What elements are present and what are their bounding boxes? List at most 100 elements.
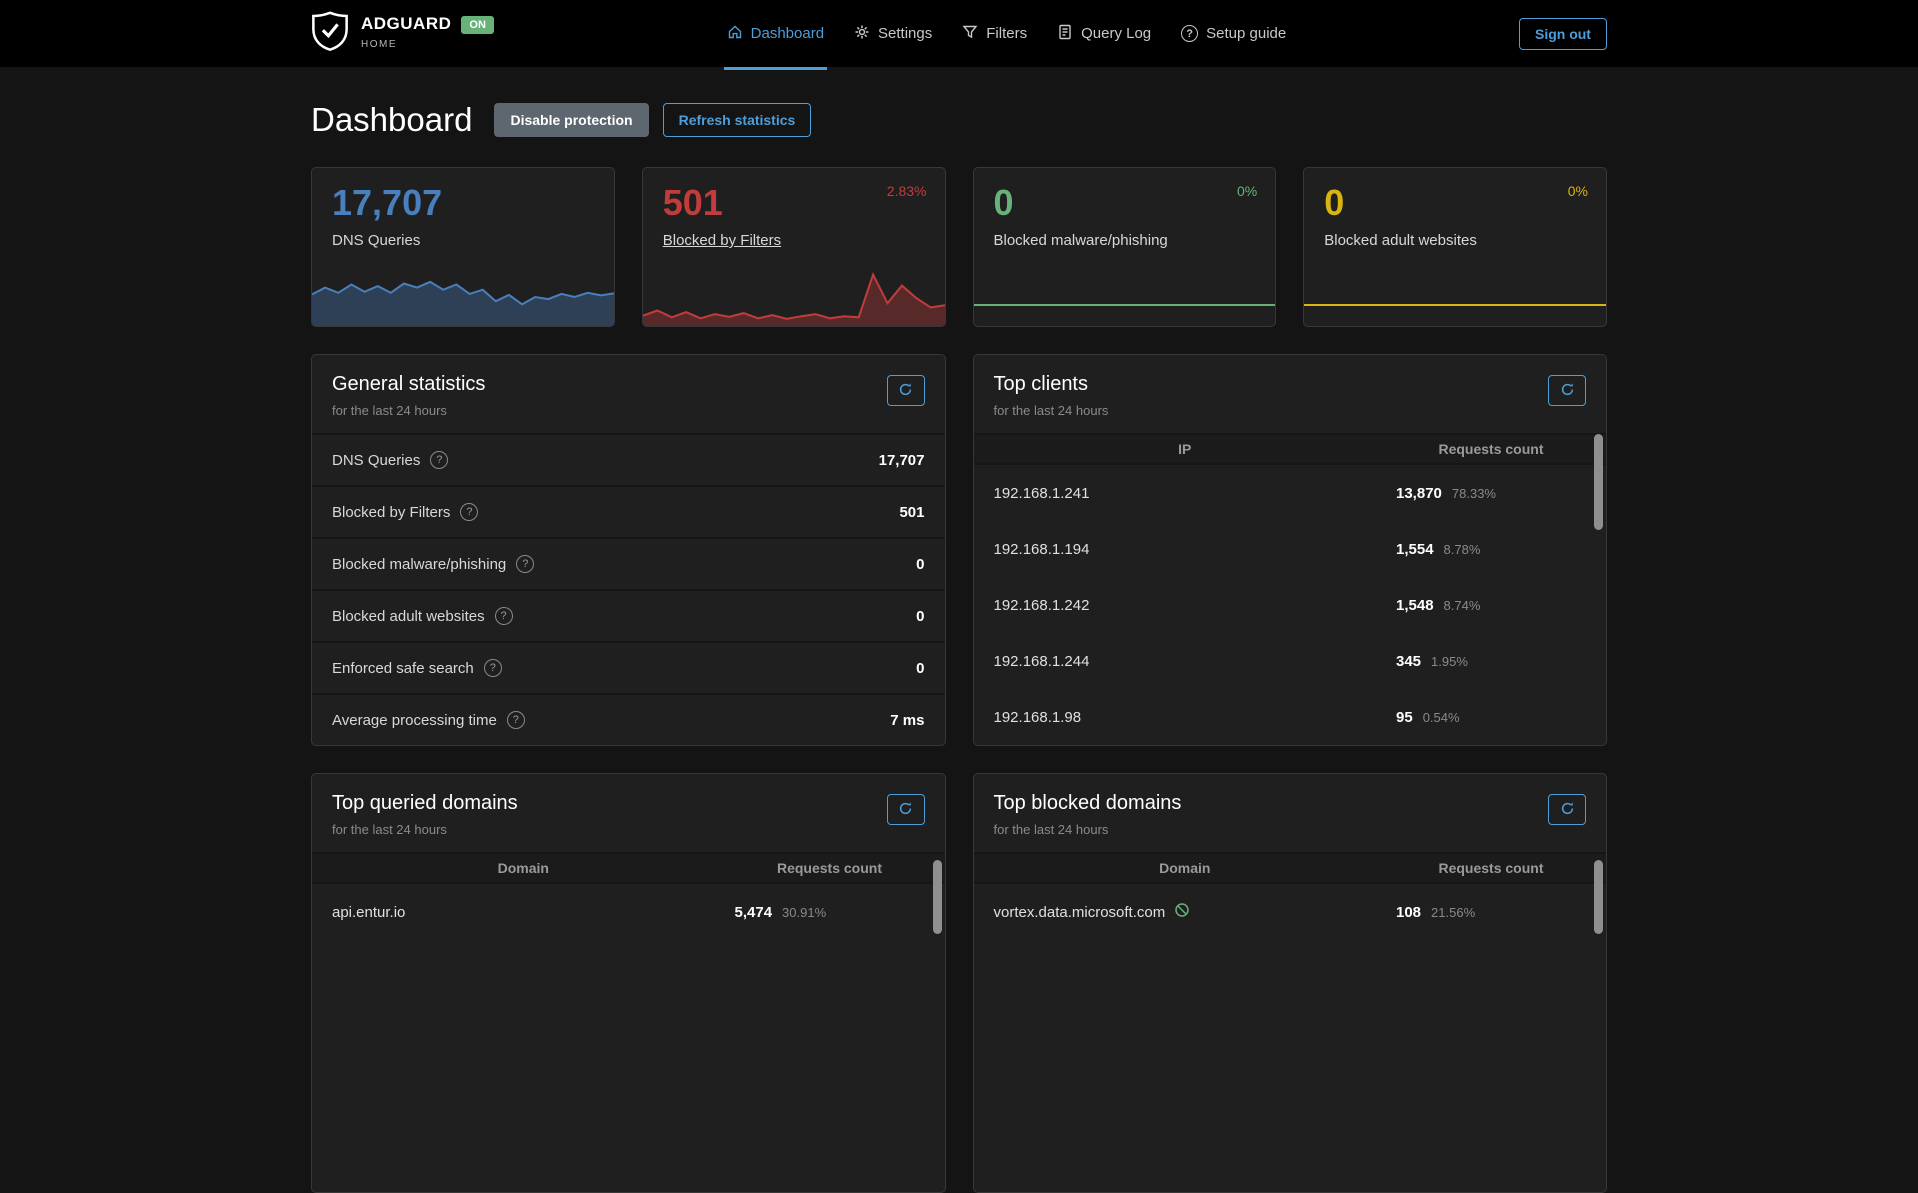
- protection-on-badge: ON: [461, 16, 494, 34]
- client-ip: 192.168.1.194: [994, 541, 1397, 558]
- column-header-requests-count: Requests count: [1396, 441, 1586, 457]
- help-icon[interactable]: ?: [430, 451, 448, 469]
- nav-item-settings[interactable]: Settings: [839, 0, 947, 67]
- client-row: 192.168.1.98 950.54%: [974, 689, 1607, 745]
- client-ip: 192.168.1.244: [994, 653, 1397, 670]
- client-ip: 192.168.1.242: [994, 597, 1397, 614]
- nav-label: Query Log: [1081, 25, 1151, 42]
- request-percent: 8.74%: [1444, 598, 1481, 613]
- dns-queries-sparkline-chart: [312, 268, 614, 326]
- stat-row-value: 0: [916, 660, 924, 677]
- stat-row-value: 501: [899, 504, 924, 521]
- nav-item-dashboard[interactable]: Dashboard: [712, 0, 839, 67]
- funnel-icon: [962, 24, 978, 44]
- nav-label: Dashboard: [751, 25, 824, 42]
- help-circle-icon: ?: [1181, 25, 1198, 42]
- client-row: 192.168.1.241 13,87078.33%: [974, 465, 1607, 521]
- help-icon[interactable]: ?: [507, 711, 525, 729]
- help-icon[interactable]: ?: [484, 659, 502, 677]
- general-stat-row: Enforced safe search? 0: [312, 641, 945, 693]
- request-percent: 21.56%: [1431, 905, 1475, 920]
- domain-name: vortex.data.microsoft.com: [994, 904, 1166, 921]
- column-header-requests-count: Requests count: [735, 860, 925, 876]
- help-icon[interactable]: ?: [495, 607, 513, 625]
- stat-card-blocked-malware: 0 0% Blocked malware/phishing: [973, 167, 1277, 327]
- panel-subtitle: for the last 24 hours: [994, 822, 1587, 837]
- general-stat-row: Blocked malware/phishing? 0: [312, 537, 945, 589]
- adguard-shield-logo-icon: [311, 10, 349, 57]
- panel-subtitle: for the last 24 hours: [332, 822, 925, 837]
- disable-protection-button[interactable]: Disable protection: [494, 103, 648, 137]
- panel-title: Top queried domains: [332, 792, 925, 815]
- adguard-brand: ADGUARD ON HOME: [311, 10, 494, 57]
- blocked-malware-value: 0: [994, 182, 1276, 224]
- blocked-adult-value: 0: [1324, 182, 1606, 224]
- document-icon: [1057, 24, 1073, 44]
- table-header-row: IP Requests count: [974, 433, 1607, 465]
- gear-icon: [854, 24, 870, 44]
- scrollbar-thumb[interactable]: [1594, 434, 1603, 530]
- stat-row-value: 7 ms: [890, 712, 924, 729]
- client-row: 192.168.1.244 3451.95%: [974, 633, 1607, 689]
- help-icon[interactable]: ?: [460, 503, 478, 521]
- client-row: 192.168.1.242 1,548 8.74%: [974, 577, 1607, 633]
- top-queried-domains-panel: Top queried domains for the last 24 hour…: [311, 773, 946, 1193]
- refresh-top-queried-button[interactable]: [887, 794, 925, 825]
- refresh-top-blocked-button[interactable]: [1548, 794, 1586, 825]
- panel-title: Top blocked domains: [994, 792, 1587, 815]
- scrollbar-thumb[interactable]: [1594, 860, 1603, 934]
- refresh-top-clients-button[interactable]: [1548, 375, 1586, 406]
- page-title: Dashboard: [311, 101, 472, 139]
- refresh-general-stats-button[interactable]: [887, 375, 925, 406]
- stat-cards-row: 17,707 DNS Queries 501 2.83% Blocked by …: [311, 167, 1607, 327]
- dns-queries-value: 17,707: [332, 182, 614, 224]
- domain-row: vortex.data.microsoft.com 108 21.56%: [974, 884, 1607, 940]
- refresh-icon: [1560, 382, 1575, 400]
- general-stat-row: Blocked adult websites? 0: [312, 589, 945, 641]
- stat-row-value: 17,707: [879, 452, 925, 469]
- nav-item-filters[interactable]: Filters: [947, 0, 1042, 67]
- column-header-ip: IP: [974, 441, 1397, 457]
- panel-subtitle: for the last 24 hours: [332, 403, 925, 418]
- nav-label: Setup guide: [1206, 25, 1286, 42]
- dns-queries-label: DNS Queries: [332, 232, 614, 249]
- stat-row-label: Blocked by Filters?: [332, 503, 478, 521]
- request-count: 1,548: [1396, 597, 1434, 614]
- blocked-filters-link[interactable]: Blocked by Filters: [663, 232, 945, 249]
- general-stat-row: Average processing time? 7 ms: [312, 693, 945, 745]
- stat-card-dns-queries: 17,707 DNS Queries: [311, 167, 615, 327]
- blocked-malware-percent: 0%: [1237, 183, 1257, 199]
- stat-row-label: Blocked malware/phishing?: [332, 555, 534, 573]
- client-row: 192.168.1.194 1,5548.78%: [974, 521, 1607, 577]
- brand-name: ADGUARD: [361, 15, 451, 34]
- active-tab-underline: [724, 67, 827, 70]
- refresh-statistics-button[interactable]: Refresh statistics: [663, 103, 812, 137]
- domain-name: api.entur.io: [332, 904, 735, 921]
- page-header: Dashboard Disable protection Refresh sta…: [311, 101, 1607, 139]
- blocked-adult-sparkline-chart: [1304, 274, 1606, 308]
- blocked-filters-percent: 2.83%: [887, 183, 927, 199]
- main-nav: Dashboard Settings Filters: [712, 0, 1302, 67]
- nav-label: Settings: [878, 25, 932, 42]
- blocked-malware-label: Blocked malware/phishing: [994, 232, 1276, 249]
- blocked-adult-percent: 0%: [1568, 183, 1588, 199]
- nav-item-query-log[interactable]: Query Log: [1042, 0, 1166, 67]
- refresh-icon: [898, 382, 913, 400]
- scrollbar-thumb[interactable]: [933, 860, 942, 934]
- request-count: 108: [1396, 904, 1421, 921]
- nav-label: Filters: [986, 25, 1027, 42]
- stat-row-label: Average processing time?: [332, 711, 525, 729]
- help-icon[interactable]: ?: [516, 555, 534, 573]
- domain-row: api.entur.io 5,47430.91%: [312, 884, 945, 940]
- stat-row-label: Enforced safe search?: [332, 659, 502, 677]
- sign-out-button[interactable]: Sign out: [1519, 18, 1607, 50]
- general-stat-row: DNS Queries? 17,707: [312, 433, 945, 485]
- request-count: 1,554: [1396, 541, 1434, 558]
- stat-row-label: DNS Queries?: [332, 451, 448, 469]
- table-header-row: Domain Requests count: [312, 852, 945, 884]
- brand-subtitle: HOME: [361, 39, 397, 50]
- refresh-icon: [1560, 801, 1575, 819]
- request-count: 5,474: [735, 904, 773, 921]
- general-stat-row: Blocked by Filters? 501: [312, 485, 945, 537]
- nav-item-setup-guide[interactable]: ? Setup guide: [1166, 0, 1301, 67]
